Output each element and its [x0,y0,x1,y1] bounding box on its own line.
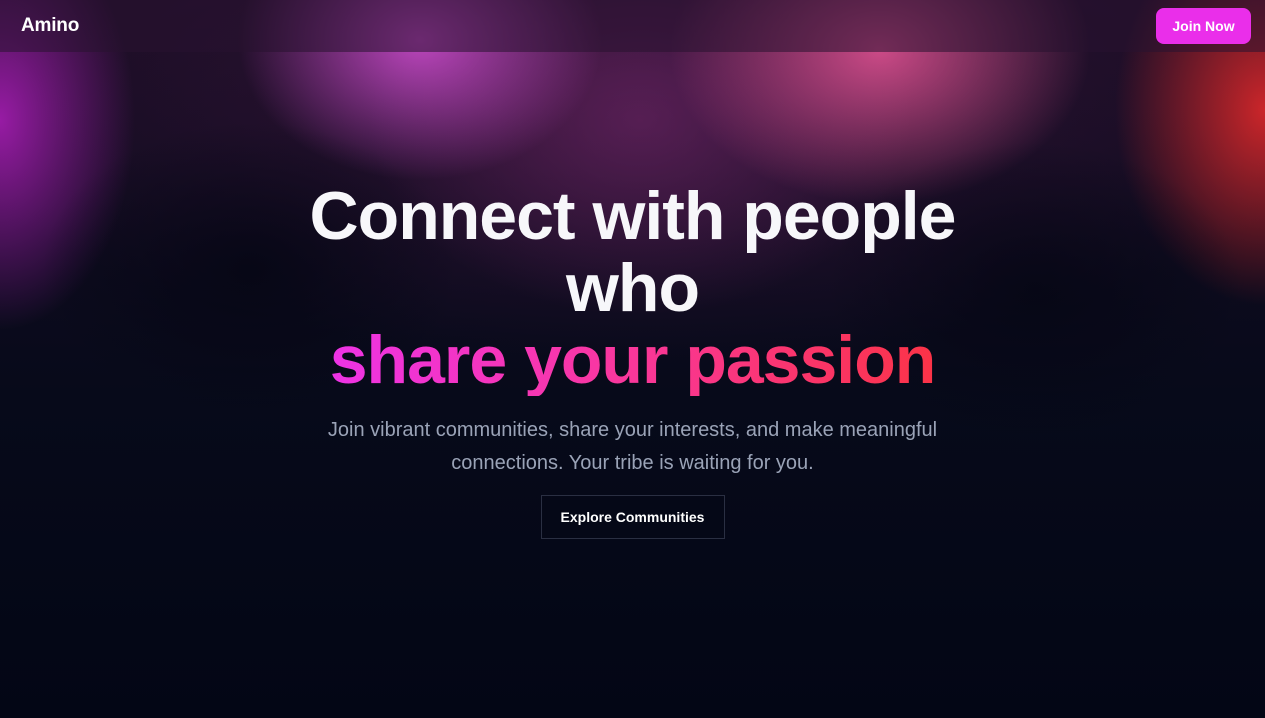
top-nav: Amino Join Now [0,0,1265,52]
headline-line-2: who [566,250,700,326]
join-now-button[interactable]: Join Now [1156,8,1251,44]
headline-line-1: Connect with people [309,178,957,254]
landing-page: Amino Join Now Connect with people who s… [0,0,1265,718]
explore-communities-button[interactable]: Explore Communities [540,495,725,539]
hero-section: Connect with people who share your passi… [0,180,1265,539]
amino-logo[interactable]: Amino [21,15,79,37]
headline-accent-line: share your passion [0,324,1265,396]
hero-headline: Connect with people who share your passi… [0,180,1265,396]
headline-accent-text: share your passion [329,322,937,398]
hero-subtitle: Join vibrant communities, share your int… [327,419,938,474]
